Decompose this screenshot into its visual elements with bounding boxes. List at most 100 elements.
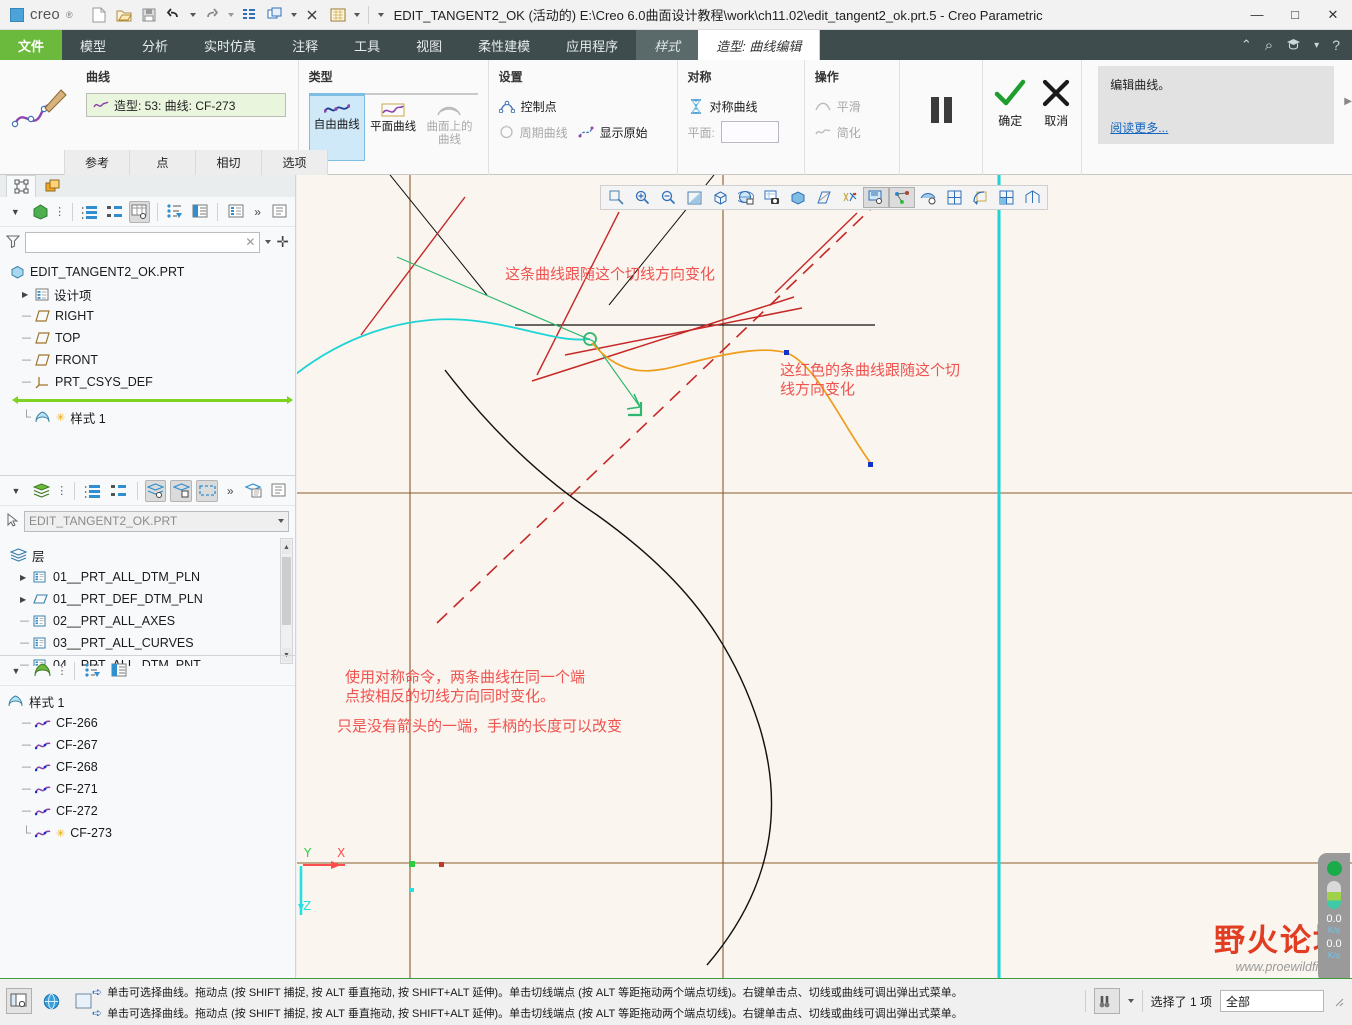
tab-model[interactable]: 模型	[62, 30, 124, 60]
appearance-button[interactable]	[326, 3, 350, 27]
style-settings-icon[interactable]	[108, 660, 130, 682]
collapse-all-icon[interactable]	[104, 201, 125, 223]
layer-info-icon[interactable]	[268, 480, 290, 502]
model-cube-icon[interactable]	[30, 201, 51, 223]
section-icon[interactable]	[967, 187, 993, 208]
style-curve-2[interactable]: ─ CF-268	[8, 756, 295, 778]
collapse-ribbon-icon[interactable]: ⌃	[1241, 37, 1252, 53]
tree-root-node[interactable]: EDIT_TANGENT2_OK.PRT	[10, 261, 295, 283]
datum-display-icon[interactable]	[837, 187, 863, 208]
titlebar-icon-group[interactable]: ⌃ ⌕ ▾ ?	[1229, 30, 1352, 60]
refit-icon[interactable]	[681, 187, 707, 208]
tab-applications[interactable]: 应用程序	[548, 30, 636, 60]
layer-select-icon[interactable]	[196, 479, 219, 502]
close-window-button[interactable]	[301, 3, 325, 27]
insert-here-bar[interactable]	[12, 396, 293, 404]
scroll-thumb[interactable]	[282, 557, 291, 625]
model-tree-tab[interactable]	[6, 175, 36, 197]
help-icon[interactable]: ?	[1332, 37, 1340, 53]
selection-filter-select[interactable]: 全部	[1220, 990, 1324, 1012]
filter-dropdown-icon[interactable]	[265, 240, 272, 244]
tab-annotate[interactable]: 注释	[274, 30, 336, 60]
browser-toggle-icon[interactable]	[38, 988, 64, 1014]
tab-flexible-modeling[interactable]: 柔性建模	[460, 30, 548, 60]
save-file-button[interactable]	[137, 3, 161, 27]
display-style-icon[interactable]	[785, 187, 811, 208]
undo-dropdown[interactable]	[187, 3, 199, 27]
saved-views-icon[interactable]	[733, 187, 759, 208]
tree-detail-icon[interactable]	[269, 201, 290, 223]
close-button[interactable]: ✕	[1314, 0, 1352, 30]
style-curve-5[interactable]: └ ✳ CF-273	[8, 822, 295, 844]
tree-settings-icon[interactable]	[190, 201, 211, 223]
status-left-buttons[interactable]	[6, 988, 96, 1014]
style-curve-0[interactable]: ─ CF-266	[8, 712, 295, 734]
chevron-down-icon[interactable]	[278, 519, 284, 523]
annotation-display-icon[interactable]	[863, 187, 889, 208]
layer-model-row[interactable]: EDIT_TANGENT2_OK.PRT	[0, 506, 295, 536]
zoom-window-icon[interactable]	[603, 187, 629, 208]
scroll-up-icon[interactable]: ▲	[282, 540, 291, 554]
layer-item-3[interactable]: ─ 03__PRT_ALL_CURVES	[10, 632, 295, 654]
layer-tree-toolbar[interactable]: ▼ ⋮ »	[0, 476, 295, 506]
tab-live-simulation[interactable]: 实时仿真	[186, 30, 274, 60]
layer-scrollbar[interactable]: ▲ ▼	[280, 538, 293, 664]
tree-search-input[interactable]: ✕	[25, 231, 261, 253]
perspective-icon[interactable]	[811, 187, 837, 208]
ribbon-tab-bar[interactable]: 文件 模型 分析 实时仿真 注释 工具 视图 柔性建模 应用程序 样式 造型: …	[0, 30, 1352, 60]
control-points-button[interactable]: 控制点	[498, 93, 667, 119]
network-monitor-overlay[interactable]: 0.0 K/s 0.0 K/s	[1318, 853, 1350, 978]
tree-item-right[interactable]: ─ RIGHT	[10, 305, 295, 327]
tree-more-icon[interactable]: »	[250, 201, 265, 223]
style-tree-toolbar[interactable]: ▼ ⋮	[0, 656, 295, 686]
model-tree-toolbar[interactable]: ▼ ⋮ »	[0, 197, 295, 227]
layer-tree-tab[interactable]	[38, 175, 68, 197]
layer-hide-icon[interactable]	[170, 479, 193, 502]
style-menu-icon[interactable]: ⋮	[57, 660, 68, 682]
layer-item-0[interactable]: ▶ 01__PRT_ALL_DTM_PLN	[10, 566, 295, 588]
type-planar-curve-button[interactable]: 平面曲线	[365, 95, 421, 161]
style-curve-4[interactable]: ─ CF-272	[8, 800, 295, 822]
layer-item-1[interactable]: ▶ 01__PRT_DEF_DTM_PLN	[10, 588, 295, 610]
tab-style[interactable]: 样式	[636, 30, 699, 60]
view-manager-icon[interactable]	[759, 187, 785, 208]
expand-all-icon[interactable]	[80, 201, 101, 223]
subtab-tangency[interactable]: 相切	[196, 150, 262, 175]
resize-grip-icon[interactable]	[1332, 995, 1344, 1007]
layer-visibility-icon[interactable]	[915, 187, 941, 208]
tree-item-top[interactable]: ─ TOP	[10, 327, 295, 349]
model-tree[interactable]: EDIT_TANGENT2_OK.PRT ▶ 设计项 ─ RIGHT ─ TOP…	[0, 257, 295, 428]
help-read-more-link[interactable]: 阅读更多...	[1110, 119, 1168, 136]
qat-customize-dropdown[interactable]	[374, 3, 388, 27]
undo-button[interactable]	[162, 3, 186, 27]
tree-item-prt-csys-def[interactable]: ─ PRT_CSYS_DEF	[10, 371, 295, 393]
appearance-dropdown[interactable]	[351, 3, 363, 27]
tab-tools[interactable]: 工具	[336, 30, 398, 60]
clear-search-icon[interactable]: ✕	[245, 235, 255, 249]
cancel-button[interactable]: 取消	[1041, 78, 1071, 129]
window-switch-button[interactable]	[263, 3, 287, 27]
expand-arrow-icon[interactable]: ▶	[20, 595, 28, 604]
tree-columns-icon[interactable]	[129, 200, 150, 223]
tree-item-design-items[interactable]: ▶ 设计项	[10, 283, 295, 305]
layers-stack-icon[interactable]	[31, 480, 53, 502]
expand-arrow-icon[interactable]: ▶	[22, 290, 30, 299]
ok-button[interactable]: 确定	[993, 78, 1027, 129]
quick-access-toolbar[interactable]	[83, 3, 388, 27]
filter-dropdown-icon[interactable]	[1127, 999, 1134, 1003]
navigator-tabs[interactable]	[0, 175, 295, 197]
tree-item-front[interactable]: ─ FRONT	[10, 349, 295, 371]
style-root-node[interactable]: 样式 1	[8, 690, 295, 712]
tree-menu-icon[interactable]: ⋮	[54, 201, 65, 223]
layer-menu-icon[interactable]: ⋮	[56, 480, 67, 502]
chevron-down-icon[interactable]: ▾	[1314, 40, 1319, 51]
maximize-button[interactable]: □	[1276, 0, 1314, 30]
style-filter-icon[interactable]	[82, 660, 104, 682]
add-filter-icon[interactable]: ✛	[276, 233, 289, 251]
close-view-icon[interactable]	[1019, 187, 1045, 208]
status-right-group[interactable]: 选择了 1 项 全部	[1084, 988, 1344, 1014]
graphics-toolbar[interactable]	[600, 185, 1048, 210]
help-expand-icon[interactable]: ▶	[1344, 60, 1352, 107]
minimize-button[interactable]: —	[1238, 0, 1276, 30]
style-curve-3[interactable]: ─ CF-271	[8, 778, 295, 800]
